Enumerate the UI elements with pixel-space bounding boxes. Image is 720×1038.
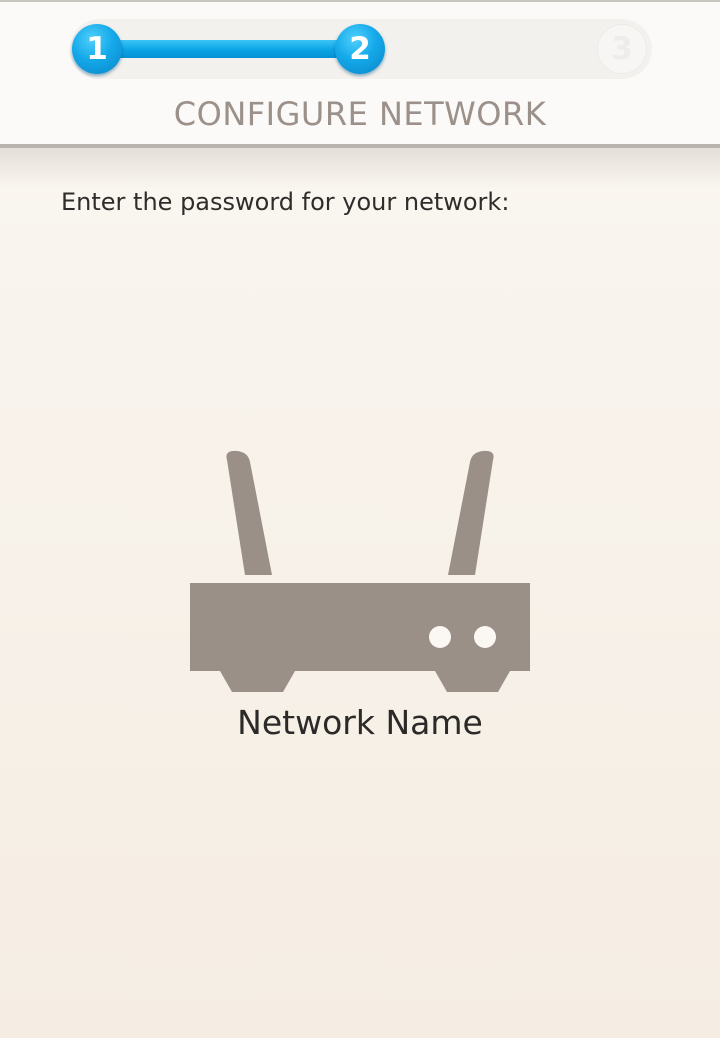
router-body	[190, 583, 530, 671]
router-left-foot	[220, 671, 295, 692]
step-3-label: 3	[611, 31, 633, 67]
password-prompt: Enter the password for your network:	[61, 188, 510, 216]
router-led-2	[474, 626, 496, 648]
step-1-label: 1	[86, 31, 108, 67]
router-right-antenna	[448, 450, 494, 575]
header: 1 2 3 CONFIGURE NETWORK	[0, 2, 720, 146]
configure-network-screen: 1 2 3 CONFIGURE NETWORK Enter the passwo…	[0, 0, 720, 1038]
router-left-antenna	[226, 450, 272, 575]
step-2-label: 2	[349, 31, 371, 67]
wifi-router-icon	[190, 450, 530, 692]
page-title: CONFIGURE NETWORK	[173, 95, 547, 133]
stepper-progress-bar	[96, 40, 362, 58]
header-shadow	[0, 148, 720, 188]
router-right-foot	[435, 671, 510, 692]
router-led-1	[429, 626, 451, 648]
step-2-indicator: 2	[335, 24, 385, 74]
step-1-indicator: 1	[72, 24, 122, 74]
network-name-label: Network Name	[237, 703, 483, 742]
step-3-indicator: 3	[597, 24, 647, 74]
